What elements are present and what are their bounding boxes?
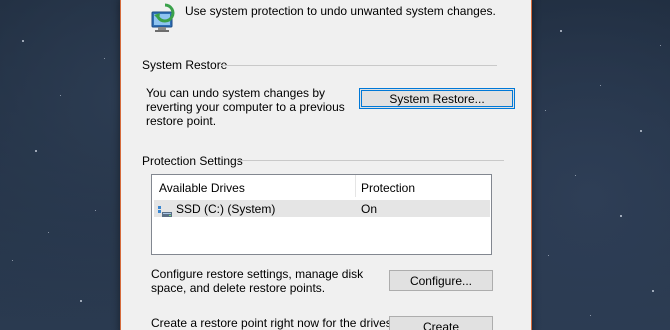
protection-settings-group-label: Protection Settings (142, 154, 243, 168)
column-separator[interactable] (355, 175, 356, 197)
header-description: Use system protection to undo unwanted s… (185, 4, 496, 18)
system-restore-description: You can undo system changes by reverting… (146, 86, 345, 128)
drives-table[interactable]: Available Drives Protection SSD (C:) (Sy… (151, 174, 492, 255)
column-header-protection[interactable]: Protection (361, 181, 415, 195)
configure-description: Configure restore settings, manage disk … (151, 267, 364, 295)
group-divider (221, 65, 497, 66)
system-restore-button[interactable]: System Restore... (359, 88, 515, 109)
create-description: Create a restore point right now for the… (151, 316, 416, 330)
system-properties-dialog: Use system protection to undo unwanted s… (120, 0, 532, 330)
configure-button[interactable]: Configure... (389, 270, 493, 291)
group-divider (236, 160, 504, 161)
drive-name[interactable]: SSD (C:) (System) (176, 202, 275, 216)
drive-protection-status[interactable]: On (361, 202, 377, 216)
system-protection-icon (146, 3, 180, 35)
drive-icon (158, 204, 172, 217)
create-button[interactable]: Create (389, 316, 493, 330)
column-header-available-drives[interactable]: Available Drives (159, 181, 245, 195)
system-restore-group-label: System Restore (142, 58, 228, 72)
